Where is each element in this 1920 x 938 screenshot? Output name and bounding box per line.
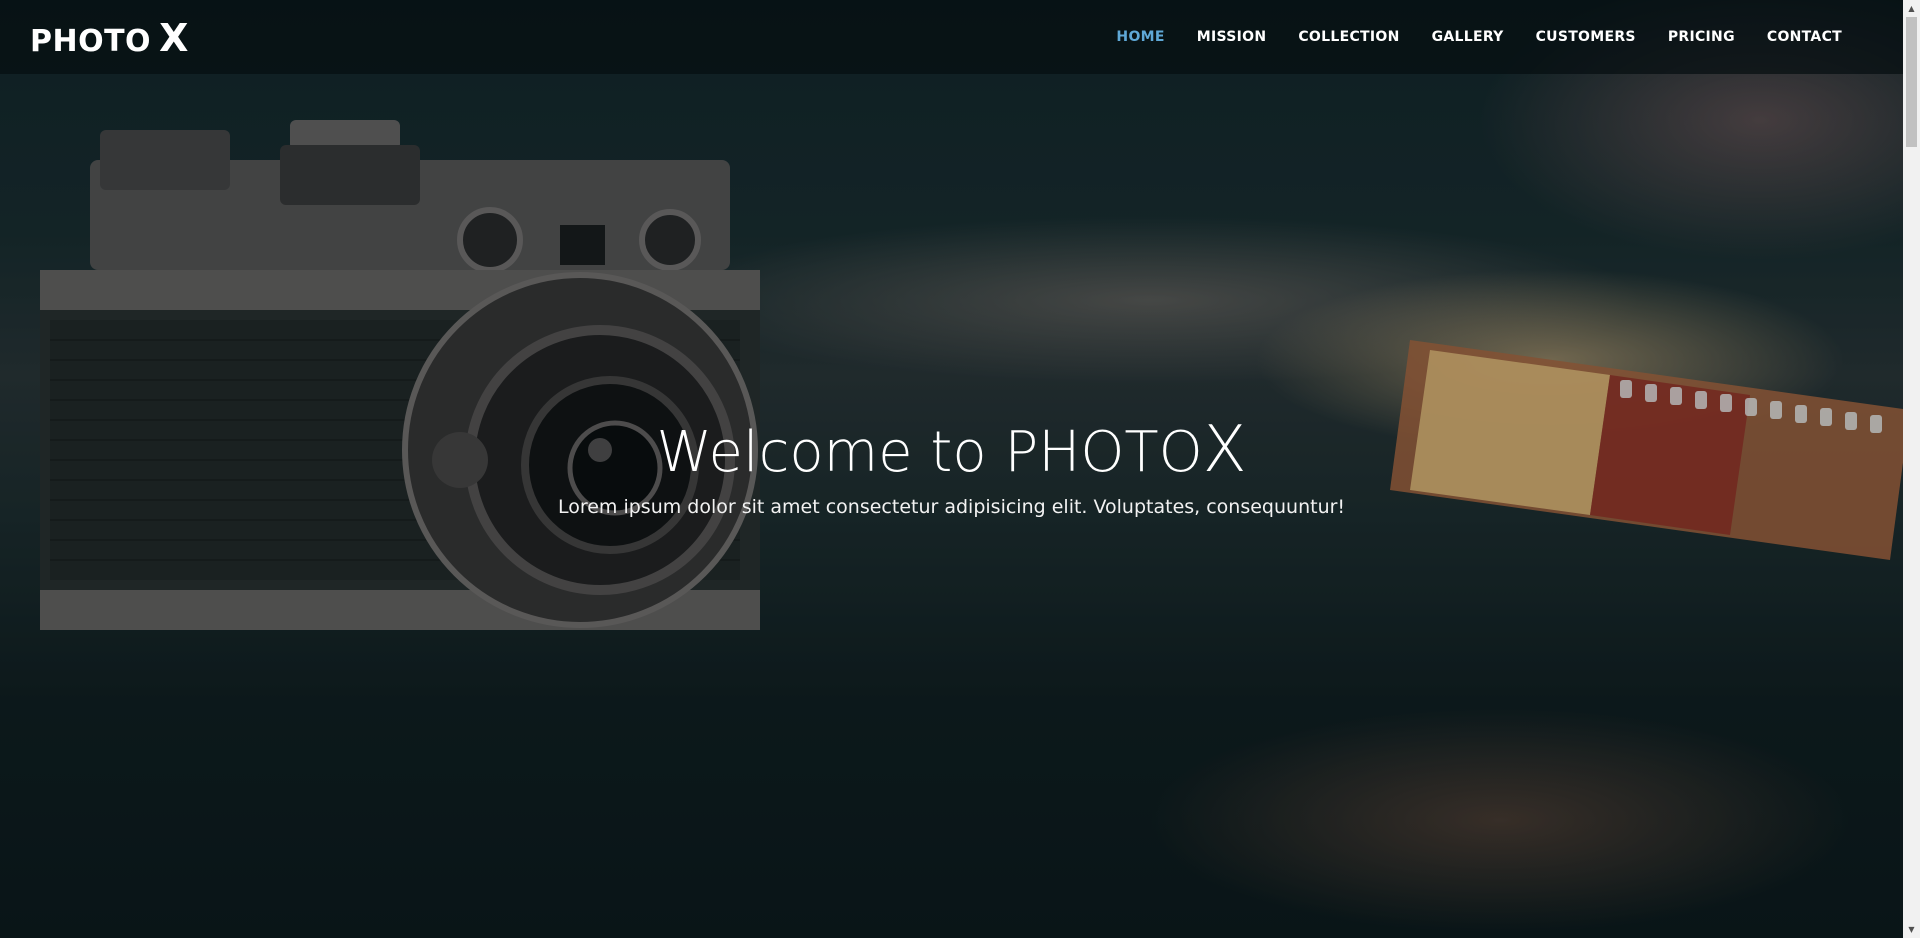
nav-item-collection[interactable]: COLLECTION — [1282, 29, 1415, 45]
navbar: PHOTO X HOME MISSION COLLECTION GALLERY C… — [0, 0, 1903, 74]
triangle-down-icon[interactable]: ▼ — [1903, 921, 1920, 938]
page-scrollbar[interactable]: ▲ ▼ — [1903, 0, 1920, 938]
nav-item-mission[interactable]: MISSION — [1181, 29, 1283, 45]
nav-item-gallery[interactable]: GALLERY — [1416, 29, 1520, 45]
scroll-thumb[interactable] — [1906, 17, 1917, 147]
triangle-up-icon[interactable]: ▲ — [1903, 0, 1920, 17]
brand-logo[interactable]: PHOTO X — [30, 16, 189, 60]
page: PHOTO X HOME MISSION COLLECTION GALLERY C… — [0, 0, 1920, 938]
nav-item-home[interactable]: HOME — [1100, 29, 1180, 45]
brand-name: PHOTO — [30, 24, 152, 59]
hero-title: Welcome to PHOTOX — [0, 415, 1903, 488]
nav-item-customers[interactable]: CUSTOMERS — [1520, 29, 1652, 45]
hero-title-text: Welcome to PHOTO — [656, 420, 1203, 485]
nav-item-contact[interactable]: CONTACT — [1751, 29, 1858, 45]
nav-item-pricing[interactable]: PRICING — [1652, 29, 1751, 45]
hero-content: Welcome to PHOTOX Lorem ipsum dolor sit … — [0, 415, 1903, 518]
nav-menu: HOME MISSION COLLECTION GALLERY CUSTOMER… — [1100, 0, 1858, 74]
hero-title-suffix: X — [1202, 413, 1247, 487]
hero-subtitle: Lorem ipsum dolor sit amet consectetur a… — [557, 496, 1346, 518]
brand-suffix: X — [159, 16, 189, 60]
